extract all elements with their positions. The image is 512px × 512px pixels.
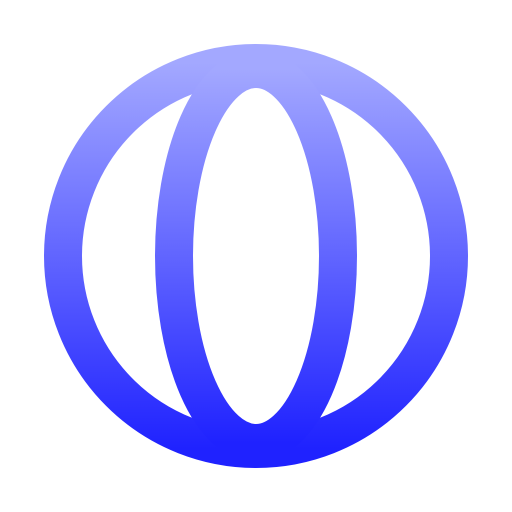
icon-canvas [0, 0, 512, 512]
globe-icon [44, 44, 468, 468]
